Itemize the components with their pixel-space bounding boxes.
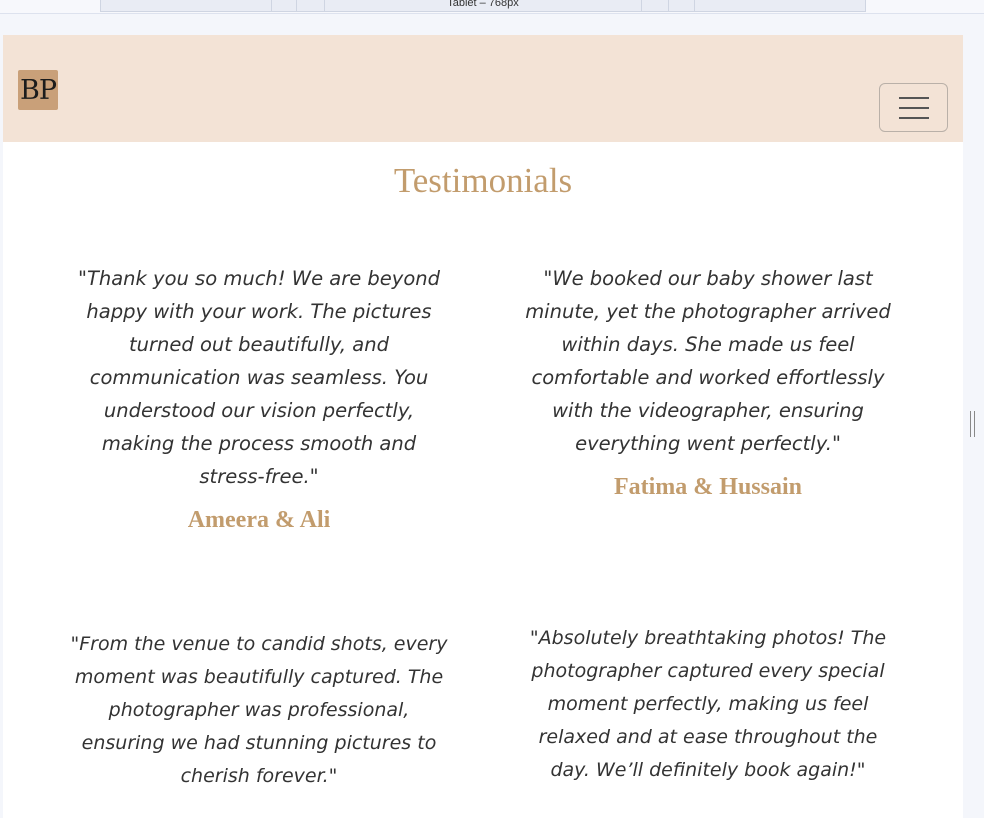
- testimonial-name: Fatima & Hussain: [613, 474, 802, 500]
- menu-toggle-button[interactable]: [879, 83, 948, 132]
- navbar: BP: [3, 35, 963, 142]
- device-width-label: Tablet – 768px: [447, 0, 519, 9]
- device-ruler: Tablet – 768px: [0, 0, 984, 14]
- brand-logo[interactable]: BP: [18, 70, 58, 110]
- testimonial-quote: "We booked our baby shower last minute, …: [525, 267, 891, 455]
- page-viewport: BP Testimonials "Thank you so much! We a…: [3, 35, 963, 818]
- testimonial-card: "Thank you so much! We are beyond happy …: [69, 262, 449, 534]
- testimonial-card: "From the venue to candid shots, every m…: [69, 628, 449, 793]
- testimonial-quote: "From the venue to candid shots, every m…: [70, 633, 448, 787]
- hamburger-icon-line: [898, 96, 929, 99]
- hamburger-icon-line: [898, 116, 929, 119]
- testimonial-quote: "Thank you so much! We are beyond happy …: [77, 267, 441, 488]
- section-title: Testimonials: [393, 161, 573, 200]
- resize-handle-icon[interactable]: [970, 411, 975, 437]
- testimonial-name: Ameera & Ali: [187, 507, 331, 533]
- testimonial-quote: "Absolutely breathtaking photos! The pho…: [529, 627, 887, 781]
- testimonial-card: "Absolutely breathtaking photos! The pho…: [518, 622, 898, 787]
- testimonial-card: "We booked our baby shower last minute, …: [518, 262, 898, 501]
- hamburger-icon-line: [898, 106, 929, 109]
- device-width-bar[interactable]: Tablet – 768px: [100, 0, 866, 12]
